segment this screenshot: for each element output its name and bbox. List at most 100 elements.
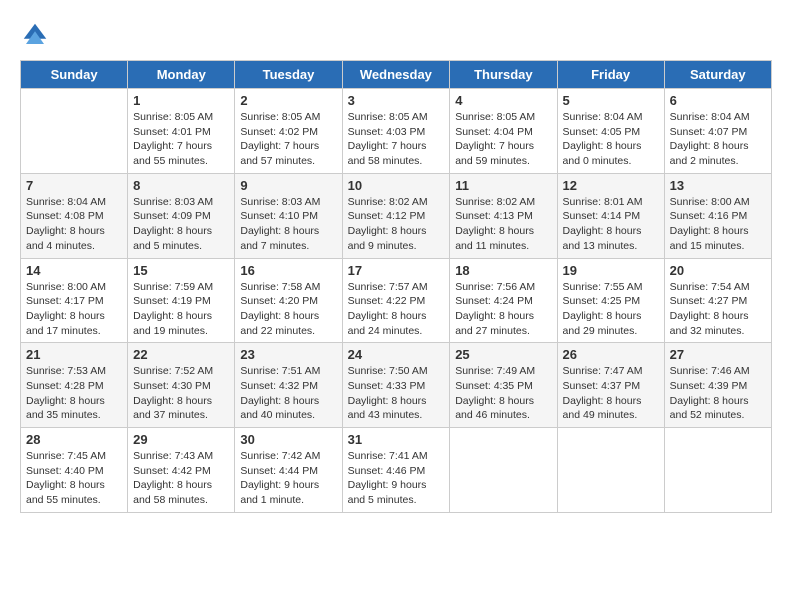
sunrise: Sunrise: 7:50 AM [348, 365, 428, 377]
daylight: Daylight: 8 hours and 24 minutes. [348, 310, 427, 337]
day-info: Sunrise: 7:56 AM Sunset: 4:24 PM Dayligh… [455, 280, 551, 339]
sunset: Sunset: 4:10 PM [240, 210, 318, 222]
daylight: Daylight: 8 hours and 52 minutes. [670, 395, 749, 422]
sunset: Sunset: 4:33 PM [348, 380, 426, 392]
sunset: Sunset: 4:24 PM [455, 295, 533, 307]
day-header-wednesday: Wednesday [342, 61, 450, 89]
sunrise: Sunrise: 7:53 AM [26, 365, 106, 377]
sunrise: Sunrise: 7:55 AM [563, 281, 643, 293]
calendar-cell: 27 Sunrise: 7:46 AM Sunset: 4:39 PM Dayl… [664, 343, 771, 428]
day-info: Sunrise: 7:59 AM Sunset: 4:19 PM Dayligh… [133, 280, 229, 339]
day-number: 1 [133, 93, 229, 108]
calendar-cell: 30 Sunrise: 7:42 AM Sunset: 4:44 PM Dayl… [235, 428, 342, 513]
sunrise: Sunrise: 8:04 AM [26, 196, 106, 208]
daylight: Daylight: 7 hours and 59 minutes. [455, 140, 534, 167]
day-info: Sunrise: 8:02 AM Sunset: 4:13 PM Dayligh… [455, 195, 551, 254]
sunrise: Sunrise: 7:52 AM [133, 365, 213, 377]
day-info: Sunrise: 8:03 AM Sunset: 4:09 PM Dayligh… [133, 195, 229, 254]
sunrise: Sunrise: 7:56 AM [455, 281, 535, 293]
daylight: Daylight: 8 hours and 17 minutes. [26, 310, 105, 337]
calendar-cell: 24 Sunrise: 7:50 AM Sunset: 4:33 PM Dayl… [342, 343, 450, 428]
sunrise: Sunrise: 7:41 AM [348, 450, 428, 462]
sunset: Sunset: 4:03 PM [348, 126, 426, 138]
calendar-cell: 25 Sunrise: 7:49 AM Sunset: 4:35 PM Dayl… [450, 343, 557, 428]
daylight: Daylight: 8 hours and 32 minutes. [670, 310, 749, 337]
day-number: 26 [563, 347, 659, 362]
day-number: 21 [26, 347, 122, 362]
sunset: Sunset: 4:12 PM [348, 210, 426, 222]
week-row-3: 14 Sunrise: 8:00 AM Sunset: 4:17 PM Dayl… [21, 258, 772, 343]
sunrise: Sunrise: 7:45 AM [26, 450, 106, 462]
daylight: Daylight: 8 hours and 40 minutes. [240, 395, 319, 422]
week-row-2: 7 Sunrise: 8:04 AM Sunset: 4:08 PM Dayli… [21, 173, 772, 258]
sunrise: Sunrise: 8:01 AM [563, 196, 643, 208]
daylight: Daylight: 8 hours and 4 minutes. [26, 225, 105, 252]
calendar-cell: 2 Sunrise: 8:05 AM Sunset: 4:02 PM Dayli… [235, 89, 342, 174]
calendar-cell: 10 Sunrise: 8:02 AM Sunset: 4:12 PM Dayl… [342, 173, 450, 258]
daylight: Daylight: 7 hours and 58 minutes. [348, 140, 427, 167]
sunset: Sunset: 4:13 PM [455, 210, 533, 222]
day-number: 11 [455, 178, 551, 193]
sunset: Sunset: 4:35 PM [455, 380, 533, 392]
day-info: Sunrise: 8:04 AM Sunset: 4:08 PM Dayligh… [26, 195, 122, 254]
week-row-5: 28 Sunrise: 7:45 AM Sunset: 4:40 PM Dayl… [21, 428, 772, 513]
sunrise: Sunrise: 8:05 AM [455, 111, 535, 123]
daylight: Daylight: 8 hours and 9 minutes. [348, 225, 427, 252]
calendar-cell: 11 Sunrise: 8:02 AM Sunset: 4:13 PM Dayl… [450, 173, 557, 258]
day-number: 12 [563, 178, 659, 193]
calendar-cell: 5 Sunrise: 8:04 AM Sunset: 4:05 PM Dayli… [557, 89, 664, 174]
calendar-cell: 23 Sunrise: 7:51 AM Sunset: 4:32 PM Dayl… [235, 343, 342, 428]
sunset: Sunset: 4:37 PM [563, 380, 641, 392]
logo [20, 20, 54, 50]
daylight: Daylight: 8 hours and 7 minutes. [240, 225, 319, 252]
daylight: Daylight: 8 hours and 49 minutes. [563, 395, 642, 422]
day-info: Sunrise: 7:58 AM Sunset: 4:20 PM Dayligh… [240, 280, 336, 339]
day-number: 28 [26, 432, 122, 447]
day-number: 15 [133, 263, 229, 278]
sunset: Sunset: 4:08 PM [26, 210, 104, 222]
day-info: Sunrise: 7:46 AM Sunset: 4:39 PM Dayligh… [670, 364, 766, 423]
daylight: Daylight: 8 hours and 0 minutes. [563, 140, 642, 167]
day-info: Sunrise: 7:43 AM Sunset: 4:42 PM Dayligh… [133, 449, 229, 508]
sunrise: Sunrise: 8:05 AM [348, 111, 428, 123]
sunset: Sunset: 4:40 PM [26, 465, 104, 477]
day-info: Sunrise: 7:53 AM Sunset: 4:28 PM Dayligh… [26, 364, 122, 423]
sunset: Sunset: 4:07 PM [670, 126, 748, 138]
day-number: 30 [240, 432, 336, 447]
calendar-cell [664, 428, 771, 513]
day-number: 7 [26, 178, 122, 193]
day-number: 4 [455, 93, 551, 108]
sunrise: Sunrise: 8:04 AM [670, 111, 750, 123]
calendar-cell [557, 428, 664, 513]
sunset: Sunset: 4:25 PM [563, 295, 641, 307]
daylight: Daylight: 8 hours and 55 minutes. [26, 479, 105, 506]
daylight: Daylight: 9 hours and 5 minutes. [348, 479, 427, 506]
sunrise: Sunrise: 7:54 AM [670, 281, 750, 293]
sunset: Sunset: 4:46 PM [348, 465, 426, 477]
day-number: 9 [240, 178, 336, 193]
day-number: 31 [348, 432, 445, 447]
sunset: Sunset: 4:42 PM [133, 465, 211, 477]
sunset: Sunset: 4:44 PM [240, 465, 318, 477]
day-info: Sunrise: 8:04 AM Sunset: 4:07 PM Dayligh… [670, 110, 766, 169]
day-header-sunday: Sunday [21, 61, 128, 89]
day-info: Sunrise: 8:01 AM Sunset: 4:14 PM Dayligh… [563, 195, 659, 254]
calendar-cell: 18 Sunrise: 7:56 AM Sunset: 4:24 PM Dayl… [450, 258, 557, 343]
daylight: Daylight: 8 hours and 27 minutes. [455, 310, 534, 337]
calendar-cell: 26 Sunrise: 7:47 AM Sunset: 4:37 PM Dayl… [557, 343, 664, 428]
calendar-cell: 13 Sunrise: 8:00 AM Sunset: 4:16 PM Dayl… [664, 173, 771, 258]
calendar-cell: 9 Sunrise: 8:03 AM Sunset: 4:10 PM Dayli… [235, 173, 342, 258]
calendar-cell: 3 Sunrise: 8:05 AM Sunset: 4:03 PM Dayli… [342, 89, 450, 174]
daylight: Daylight: 7 hours and 57 minutes. [240, 140, 319, 167]
calendar-cell: 6 Sunrise: 8:04 AM Sunset: 4:07 PM Dayli… [664, 89, 771, 174]
day-info: Sunrise: 7:49 AM Sunset: 4:35 PM Dayligh… [455, 364, 551, 423]
sunrise: Sunrise: 8:02 AM [455, 196, 535, 208]
daylight: Daylight: 8 hours and 35 minutes. [26, 395, 105, 422]
day-number: 5 [563, 93, 659, 108]
day-header-friday: Friday [557, 61, 664, 89]
sunset: Sunset: 4:14 PM [563, 210, 641, 222]
sunset: Sunset: 4:32 PM [240, 380, 318, 392]
sunrise: Sunrise: 7:59 AM [133, 281, 213, 293]
daylight: Daylight: 8 hours and 37 minutes. [133, 395, 212, 422]
sunset: Sunset: 4:30 PM [133, 380, 211, 392]
